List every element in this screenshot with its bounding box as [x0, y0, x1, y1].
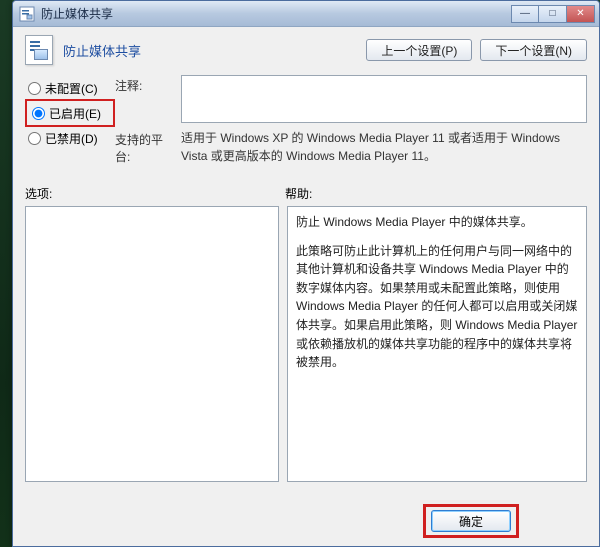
nav-buttons: 上一个设置(P) 下一个设置(N): [366, 39, 587, 61]
comment-label: 注释:: [115, 75, 173, 123]
comment-textarea[interactable]: [181, 75, 587, 123]
radio-enabled-input[interactable]: [32, 107, 45, 120]
window-controls: — □ ✕: [511, 5, 595, 23]
platform-row: 支持的平台: 适用于 Windows XP 的 Windows Media Pl…: [115, 129, 587, 165]
next-setting-button[interactable]: 下一个设置(N): [480, 39, 587, 61]
radio-not-configured[interactable]: 未配置(C): [25, 77, 115, 99]
panels: 防止 Windows Media Player 中的媒体共享。 此策略可防止此计…: [25, 206, 587, 482]
dialog-window: 防止媒体共享 — □ ✕ 防止媒体共享 上一个设置(P) 下一个设置(N) 未配…: [12, 0, 600, 547]
comment-row: 注释:: [115, 75, 587, 123]
ok-button[interactable]: 确定: [431, 510, 511, 532]
maximize-button[interactable]: □: [539, 5, 567, 23]
desktop-strip: [0, 0, 12, 547]
app-icon: [19, 6, 35, 22]
policy-icon: [25, 35, 53, 65]
radio-enabled[interactable]: 已启用(E): [29, 102, 111, 124]
highlight-ok: 确定: [423, 504, 519, 538]
radio-not-configured-input[interactable]: [28, 82, 41, 95]
radio-label: 已禁用(D): [45, 130, 98, 147]
platform-label: 支持的平台:: [115, 129, 173, 165]
highlight-enabled: 已启用(E): [25, 99, 115, 127]
section-labels: 选项: 帮助:: [25, 185, 587, 202]
minimize-button[interactable]: —: [511, 5, 539, 23]
radio-label: 未配置(C): [45, 80, 98, 97]
header-row: 防止媒体共享 上一个设置(P) 下一个设置(N): [25, 35, 587, 65]
help-panel[interactable]: 防止 Windows Media Player 中的媒体共享。 此策略可防止此计…: [287, 206, 587, 482]
radio-disabled-input[interactable]: [28, 132, 41, 145]
prev-setting-button[interactable]: 上一个设置(P): [366, 39, 472, 61]
options-panel[interactable]: [25, 206, 279, 482]
help-paragraph: 防止 Windows Media Player 中的媒体共享。: [296, 213, 578, 232]
platform-text: 适用于 Windows XP 的 Windows Media Player 11…: [181, 129, 587, 165]
radio-label: 已启用(E): [49, 105, 101, 122]
right-column: 注释: 支持的平台: 适用于 Windows XP 的 Windows Medi…: [115, 75, 587, 171]
policy-title: 防止媒体共享: [63, 41, 141, 60]
client-area: 防止媒体共享 上一个设置(P) 下一个设置(N) 未配置(C) 已启用(E): [13, 27, 599, 546]
options-label: 选项:: [25, 185, 285, 202]
titlebar[interactable]: 防止媒体共享 — □ ✕: [13, 1, 599, 27]
radio-column: 未配置(C) 已启用(E) 已禁用(D): [25, 75, 115, 171]
help-label: 帮助:: [285, 185, 587, 202]
help-paragraph: 此策略可防止此计算机上的任何用户与同一网络中的其他计算机和设备共享 Window…: [296, 242, 578, 372]
close-button[interactable]: ✕: [567, 5, 595, 23]
config-area: 未配置(C) 已启用(E) 已禁用(D) 注释:: [25, 75, 587, 171]
radio-disabled[interactable]: 已禁用(D): [25, 127, 115, 149]
footer: 确定: [13, 504, 599, 538]
window-title: 防止媒体共享: [41, 5, 511, 22]
